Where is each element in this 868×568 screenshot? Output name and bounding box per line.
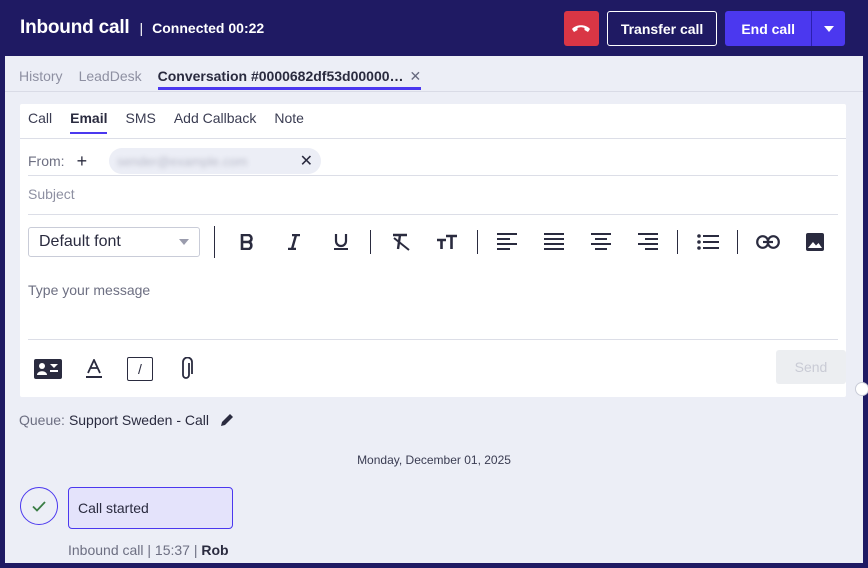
text-color-icon [86,359,102,378]
image-icon [805,233,824,251]
insert-image-button[interactable] [791,227,838,257]
panel-collapse-handle[interactable] [855,382,868,396]
composer-tabs: Call Email SMS Add Callback Note [28,110,322,134]
underline-icon [333,234,348,250]
call-title: Inbound call [20,17,130,38]
paperclip-icon [182,357,193,379]
bold-icon [240,234,253,250]
timeline-date: Monday, December 01, 2025 [357,453,511,467]
formatting-toolbar: Default font [28,224,838,260]
slash-command-button[interactable]: / [124,354,156,384]
app-window: Inbound call | Connected 00:22 Transfer … [0,0,868,568]
toolbar-separator [677,230,679,254]
subject-input[interactable]: Subject [28,186,75,202]
align-center-button[interactable] [578,227,625,257]
text-size-icon [437,234,458,249]
subject-divider [28,214,838,215]
bullet-list-button[interactable] [684,227,731,257]
event-meta-text: Inbound call | 15:37 | [68,542,198,558]
phone-hangup-icon [572,24,591,32]
add-sender-icon[interactable]: + [77,152,88,170]
call-status: Connected 00:22 [152,20,265,36]
call-actions: Transfer call End call [563,11,845,46]
slash-icon: / [127,357,153,381]
hangup-button[interactable] [563,11,599,46]
end-call-group: End call [725,11,845,46]
event-meta: Inbound call | 15:37 | Rob [68,542,229,558]
queue-value: Support Sweden - Call [68,412,210,428]
tab-conversation-label: Conversation #0000682df53d00000… [157,68,404,84]
toolbar-separator [370,230,372,254]
transfer-call-button[interactable]: Transfer call [606,11,718,46]
tab-call[interactable]: Call [28,110,52,134]
checkmark-icon [32,500,46,512]
composer-tabs-divider [20,138,846,139]
end-call-button[interactable]: End call [725,11,811,46]
close-tab-icon[interactable]: ✕ [410,68,422,85]
font-select-value: Default font [39,233,121,250]
tabs-divider [5,91,863,92]
align-justify-button[interactable] [531,227,578,257]
caret-down-icon [823,25,834,32]
message-divider [28,339,838,340]
event-status-circle [20,487,58,525]
queue-label: Queue: [19,412,65,428]
call-header: Inbound call | Connected 00:22 Transfer … [0,0,868,56]
toolbar-separator [476,230,478,254]
tab-add-callback[interactable]: Add Callback [174,110,257,134]
queue-row: Queue: Support Sweden - Call [19,412,235,428]
title-separator: | [139,20,144,36]
composer-bottom-tools: / [32,354,202,384]
bold-button[interactable] [223,227,270,257]
align-right-icon [637,233,658,250]
send-button[interactable]: Send [776,350,846,384]
sender-chip[interactable]: sender@example.com ✕ [109,148,322,174]
contact-card-icon [34,359,62,379]
message-composer: Call Email SMS Add Callback Note From: +… [20,104,846,397]
event-bubble: Call started [68,487,233,529]
sender-email: sender@example.com [117,153,248,169]
remove-sender-icon[interactable]: ✕ [300,151,313,171]
underline-button[interactable] [317,227,364,257]
italic-button[interactable] [270,227,317,257]
event-agent: Rob [201,542,229,558]
tab-note[interactable]: Note [274,110,304,134]
from-row: From: + sender@example.com ✕ [28,148,322,174]
tab-email[interactable]: Email [70,110,108,134]
tab-history[interactable]: History [19,68,63,90]
tab-leaddesk[interactable]: LeadDesk [79,68,142,90]
end-call-dropdown[interactable] [811,11,845,46]
from-label: From: [28,153,65,169]
from-divider [28,175,838,176]
main-panel: History LeadDesk Conversation #0000682df… [5,56,868,563]
tab-conversation[interactable]: Conversation #0000682df53d00000… ✕ [157,68,422,90]
italic-icon [287,234,300,250]
insert-link-button[interactable] [744,227,791,257]
attach-file-button[interactable] [170,354,202,384]
align-right-button[interactable] [625,227,672,257]
dropdown-arrow-icon [179,239,190,245]
top-tabs: History LeadDesk Conversation #0000682df… [19,68,422,90]
align-center-icon [591,233,612,250]
contact-card-button[interactable] [32,354,64,384]
message-input[interactable]: Type your message [28,282,150,298]
tab-sms[interactable]: SMS [125,110,155,134]
bullet-list-icon [697,234,719,250]
text-color-button[interactable] [78,354,110,384]
toolbar-separator [214,226,216,258]
text-size-button[interactable] [424,227,471,257]
toolbar-separator [737,230,739,254]
font-select[interactable]: Default font [28,227,201,257]
link-icon [755,235,780,249]
pencil-icon[interactable] [219,412,235,428]
align-justify-icon [544,233,565,250]
align-left-button[interactable] [484,227,531,257]
align-left-icon [497,233,518,250]
clear-format-button[interactable] [377,227,424,257]
clear-format-icon [392,233,410,251]
